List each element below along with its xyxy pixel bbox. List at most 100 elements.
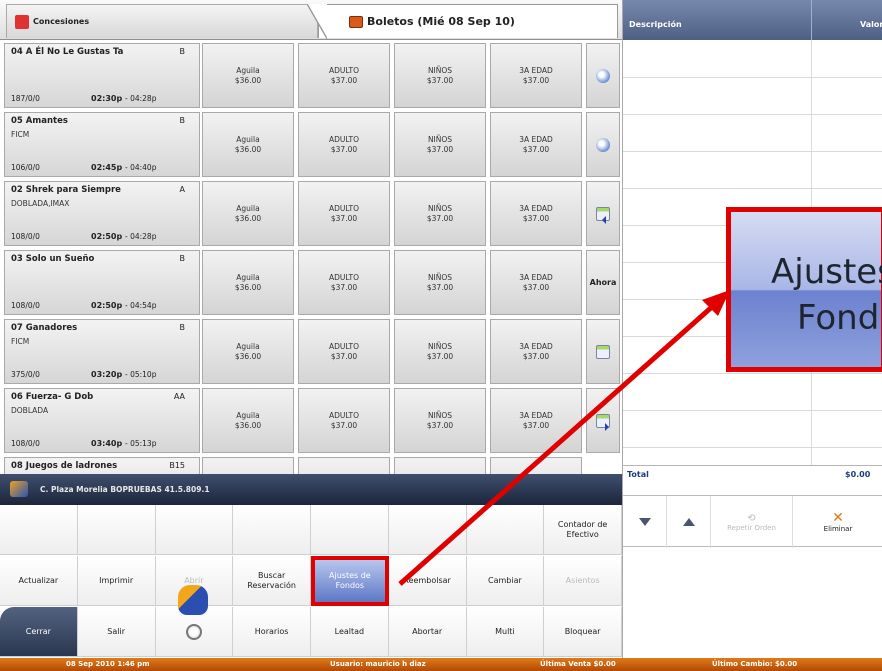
showtime-status-button[interactable] (586, 388, 620, 453)
ticket-price-button[interactable]: Aguila $36.00 (202, 319, 294, 384)
ticket-price: $37.00 (522, 351, 550, 361)
ticket-price-button[interactable]: NIÑOS $37.00 (394, 319, 486, 384)
seat-count: 108/0/0 (11, 439, 40, 448)
footer-user: Usuario: mauricio h diaz (330, 660, 426, 668)
showtime-status-button[interactable] (586, 181, 620, 246)
key-cerrar[interactable]: Cerrar (0, 607, 78, 657)
ticket-price-button[interactable]: ADULTO $37.00 (298, 319, 390, 384)
key-cambiar[interactable]: Cambiar (466, 556, 545, 606)
ticket-price-button[interactable]: Aguila $36.00 (202, 250, 294, 315)
showtime-row: 04 A Él No Le Gustas Ta B 187/0/0 02:30p - … (0, 41, 622, 110)
movie-rating: B (179, 47, 186, 56)
key-blank[interactable] (466, 505, 545, 555)
ticket-price-button[interactable]: Aguila $36.00 (202, 112, 294, 177)
movie-button[interactable]: 02 Shrek para Siempre A DOBLADA,IMAX 108/0/… (4, 181, 200, 246)
ticket-price: $37.00 (426, 351, 454, 361)
clock-icon (596, 137, 610, 152)
tab-boletos[interactable]: Boletos (Mié 08 Sep 10) (307, 4, 618, 39)
repeat-order-button[interactable]: ⟲ Repetir Orden (711, 496, 793, 548)
key-multi[interactable]: Multi (466, 607, 545, 657)
ticket-price-button[interactable]: ADULTO $37.00 (298, 112, 390, 177)
key-horarios[interactable]: Horarios (233, 607, 311, 657)
movie-button[interactable]: 03 Solo un Sueño B 108/0/0 02:50p - 04:54p (4, 250, 200, 315)
key-buscar-reservaci-n[interactable]: Buscar Reservación (233, 556, 311, 606)
movie-button[interactable]: 04 A Él No Le Gustas Ta B 187/0/0 02:30p - … (4, 43, 200, 108)
seat-count: 187/0/0 (11, 94, 40, 103)
key-label: Horarios (254, 626, 289, 636)
ticket-price-button[interactable]: NIÑOS $37.00 (394, 181, 486, 246)
ticket-price-button[interactable] (298, 457, 390, 474)
movie-button[interactable]: 05 Amantes B FICM 106/0/0 02:45p - 04:40p (4, 112, 200, 177)
ticket-type: 3A EDAD (519, 203, 553, 213)
start-time: 02:30p (91, 94, 123, 103)
key-blank[interactable] (311, 505, 389, 555)
key-blank[interactable] (233, 505, 311, 555)
ticket-price-button[interactable]: 3A EDAD $37.00 (490, 388, 582, 453)
calendar-prev-icon (596, 206, 610, 224)
key-lealtad[interactable]: Lealtad (311, 607, 389, 657)
repeat-order-label: Repetir Orden (727, 523, 776, 532)
delete-button[interactable]: ✕ Eliminar (793, 496, 882, 548)
hand-logo-icon (178, 585, 208, 615)
ticket-price-button[interactable]: 3A EDAD $37.00 (490, 319, 582, 384)
ticket-price-button[interactable]: 3A EDAD $37.00 (490, 181, 582, 246)
ticket-price-button[interactable] (394, 457, 486, 474)
now-button[interactable]: Ahora (586, 250, 620, 315)
end-time: - 05:10p (125, 370, 157, 379)
scroll-down-button[interactable] (623, 496, 667, 548)
key-actualizar[interactable]: Actualizar (0, 556, 78, 606)
ticket-price-button[interactable]: NIÑOS $37.00 (394, 43, 486, 108)
ticket-price-button[interactable]: ADULTO $37.00 (298, 250, 390, 315)
ticket-price-button[interactable]: NIÑOS $37.00 (394, 388, 486, 453)
key-reembolsar[interactable]: Reembolsar (388, 556, 467, 606)
movie-button[interactable]: 06 Fuerza- G Dob AA DOBLADA 108/0/0 03:40p -… (4, 388, 200, 453)
ticket-price-button[interactable]: Aguila $36.00 (202, 388, 294, 453)
key-imprimir[interactable]: Imprimir (77, 556, 156, 606)
tab-strip: Concesiones Boletos (Mié 08 Sep 10) (0, 0, 622, 40)
key-blank[interactable] (155, 505, 234, 555)
key-blank[interactable] (388, 505, 467, 555)
ticket-price-button[interactable] (490, 457, 582, 474)
ticket-price: $37.00 (426, 75, 454, 85)
ticket-price-button[interactable]: 3A EDAD $37.00 (490, 43, 582, 108)
clock-icon (596, 68, 610, 83)
order-line (623, 151, 882, 152)
key-contador-de-efectivo[interactable]: Contador de Efectivo (544, 505, 622, 555)
key-asientos[interactable]: Asientos (544, 556, 622, 606)
showtime-status-button[interactable] (586, 319, 620, 384)
key-bloquear[interactable]: Bloquear (544, 607, 622, 657)
key-ajustes-de-fondos[interactable]: Ajustes de Fondos (311, 556, 389, 606)
movie-button[interactable]: 07 Ganadores B FICM 375/0/0 03:20p - 05:10p (4, 319, 200, 384)
key-blank[interactable] (0, 505, 78, 555)
key-abortar[interactable]: Abortar (388, 607, 467, 657)
movie-button[interactable]: 08 Juegos de ladrones B15 (4, 457, 200, 474)
ticket-price-button[interactable]: Aguila $36.00 (202, 181, 294, 246)
ticket-price-button[interactable]: NIÑOS $37.00 (394, 112, 486, 177)
key-label: Buscar Reservación (247, 570, 296, 590)
ticket-price-button[interactable]: ADULTO $37.00 (298, 181, 390, 246)
ticket-price: $37.00 (330, 75, 358, 85)
ticket-type: Aguila (236, 341, 260, 351)
key-blank[interactable] (77, 505, 156, 555)
clock-icon (185, 623, 202, 640)
ticket-price-button[interactable]: ADULTO $37.00 (298, 43, 390, 108)
ticket-price: $36.00 (234, 282, 262, 292)
ticket-type: 3A EDAD (519, 272, 553, 282)
movie-title: 08 Juegos de ladrones (11, 461, 118, 471)
delete-x-icon: ✕ (832, 510, 844, 526)
end-time: - 04:28p (125, 94, 157, 103)
key-salir[interactable]: Salir (77, 607, 156, 657)
showtime-status-button[interactable] (586, 112, 620, 177)
tab-concesiones[interactable]: Concesiones (6, 4, 318, 38)
ticket-price-button[interactable]: ADULTO $37.00 (298, 388, 390, 453)
scroll-up-button[interactable] (667, 496, 711, 548)
ticket-price-button[interactable]: 3A EDAD $37.00 (490, 112, 582, 177)
start-time: 02:50p (91, 301, 123, 310)
ticket-price: $37.00 (522, 144, 550, 154)
showtime-status-button[interactable] (586, 43, 620, 108)
ticket-price-button[interactable] (202, 457, 294, 474)
ticket-price: $37.00 (330, 144, 358, 154)
ticket-price-button[interactable]: 3A EDAD $37.00 (490, 250, 582, 315)
ticket-price-button[interactable]: Aguila $36.00 (202, 43, 294, 108)
ticket-price-button[interactable]: NIÑOS $37.00 (394, 250, 486, 315)
